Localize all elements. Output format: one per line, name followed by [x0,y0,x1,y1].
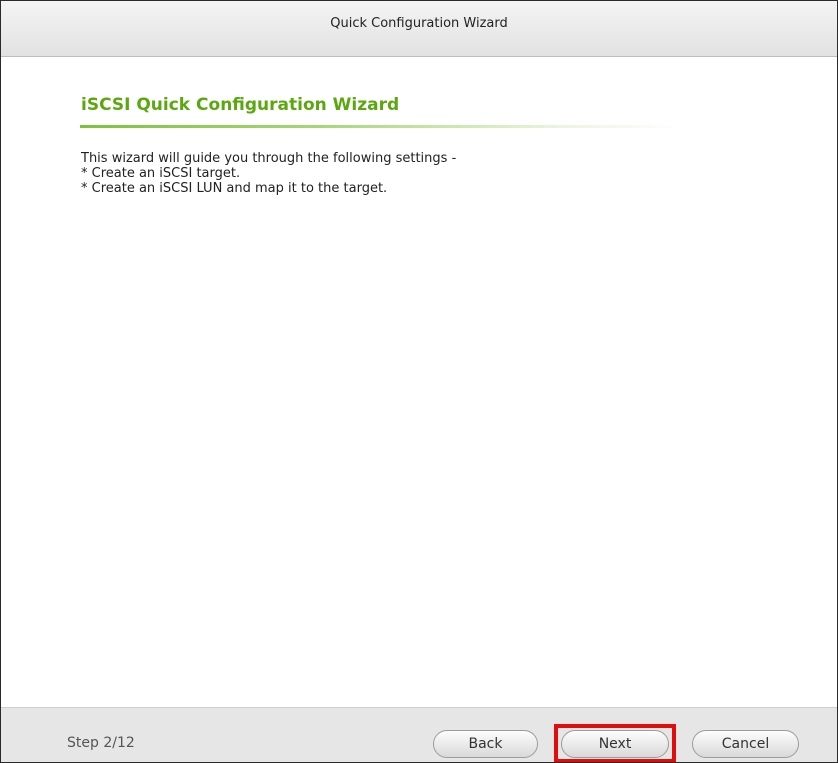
description-line: * Create an iSCSI target. [81,166,241,181]
title-bar: Quick Configuration Wizard [1,1,837,57]
back-button[interactable]: Back [433,730,538,758]
wizard-heading: iSCSI Quick Configuration Wizard [81,95,400,115]
description-line: This wizard will guide you through the f… [81,151,457,166]
wizard-content: iSCSI Quick Configuration Wizard This wi… [1,57,837,707]
next-button[interactable]: Next [561,730,669,758]
wizard-footer: Step 2/12 Back Next Cancel [1,707,837,762]
wizard-description: This wizard will guide you through the f… [81,151,456,196]
step-indicator: Step 2/12 [67,735,135,751]
cancel-button[interactable]: Cancel [692,730,799,758]
window-title: Quick Configuration Wizard [330,16,508,31]
wizard-window: Quick Configuration Wizard iSCSI Quick C… [0,0,838,763]
heading-divider [80,125,680,128]
description-line: * Create an iSCSI LUN and map it to the … [81,181,388,196]
